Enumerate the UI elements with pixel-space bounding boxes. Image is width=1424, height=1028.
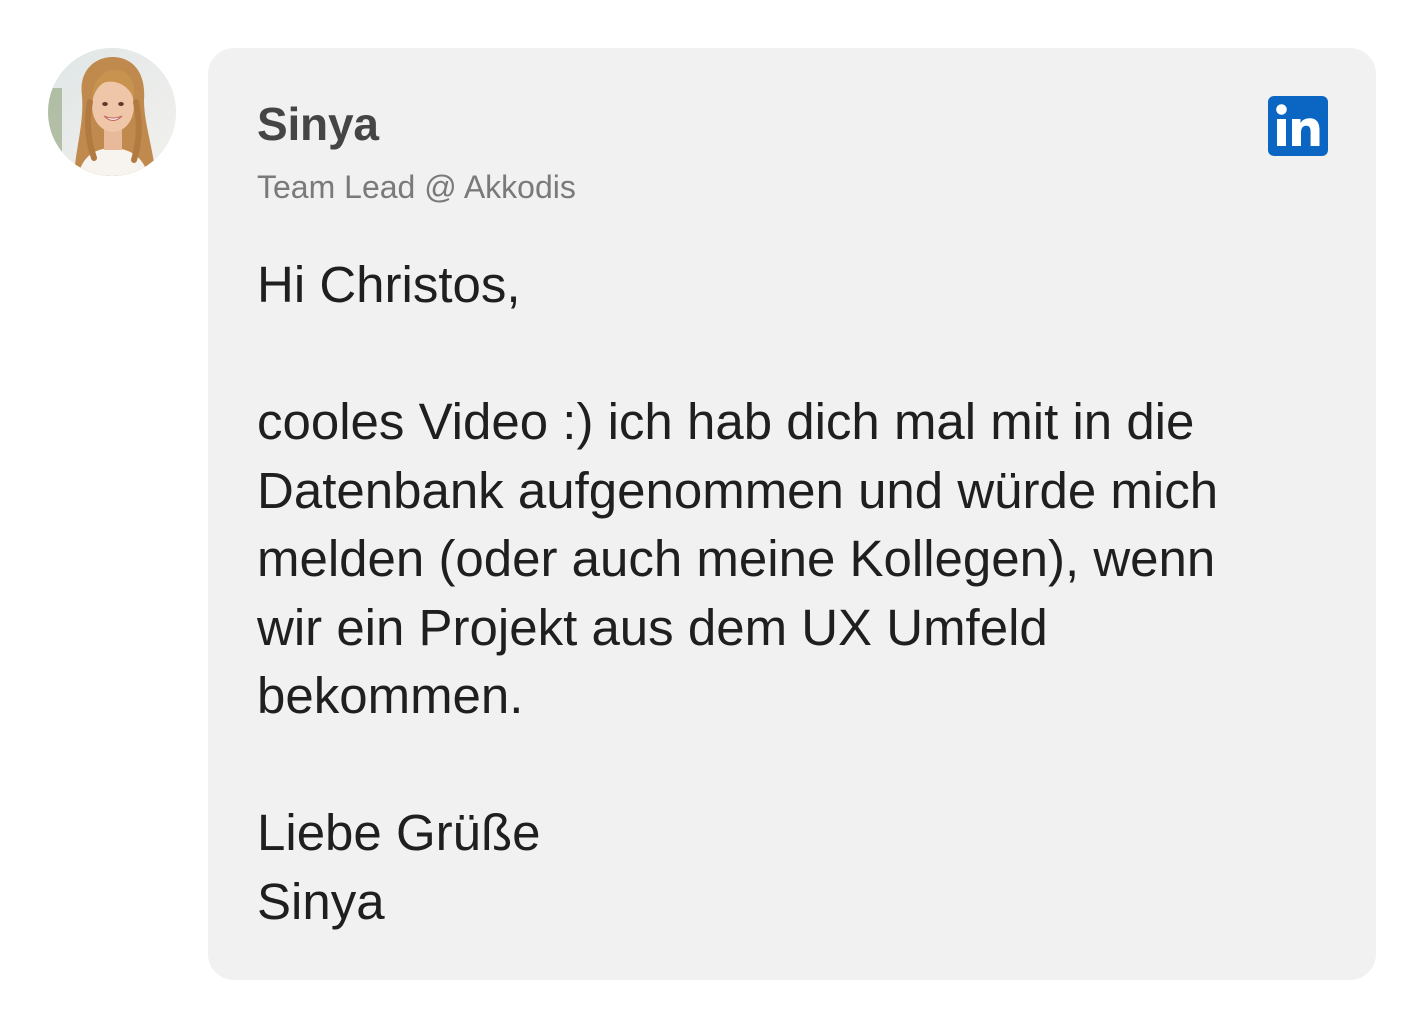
- sender-role: Team Lead @ Akkodis: [257, 169, 576, 205]
- sender-name: Sinya: [257, 98, 379, 150]
- message-line: cooles Video :) ich hab dich mal mit in …: [257, 393, 1195, 450]
- message-body: Hi Christos, cooles Video :) ich hab dic…: [257, 251, 1337, 936]
- message-line: Datenbank aufgenommen und würde mich: [257, 461, 1219, 519]
- message-greeting: Hi Christos,: [257, 256, 521, 313]
- profile-photo-icon: [48, 48, 176, 176]
- message-line: wir ein Projekt aus dem UX Umfeld: [257, 598, 1048, 656]
- message-line: melden (oder auch meine Kollegen), wenn: [257, 530, 1216, 587]
- message-signature: Sinya: [257, 872, 385, 930]
- linkedin-icon[interactable]: [1268, 96, 1328, 156]
- message-card: Sinya Team Lead @ Akkodis Hi Christos, c…: [208, 48, 1376, 980]
- message-closing: Liebe Grüße: [257, 804, 541, 861]
- avatar: [48, 48, 176, 176]
- message-line: bekommen.: [257, 667, 524, 724]
